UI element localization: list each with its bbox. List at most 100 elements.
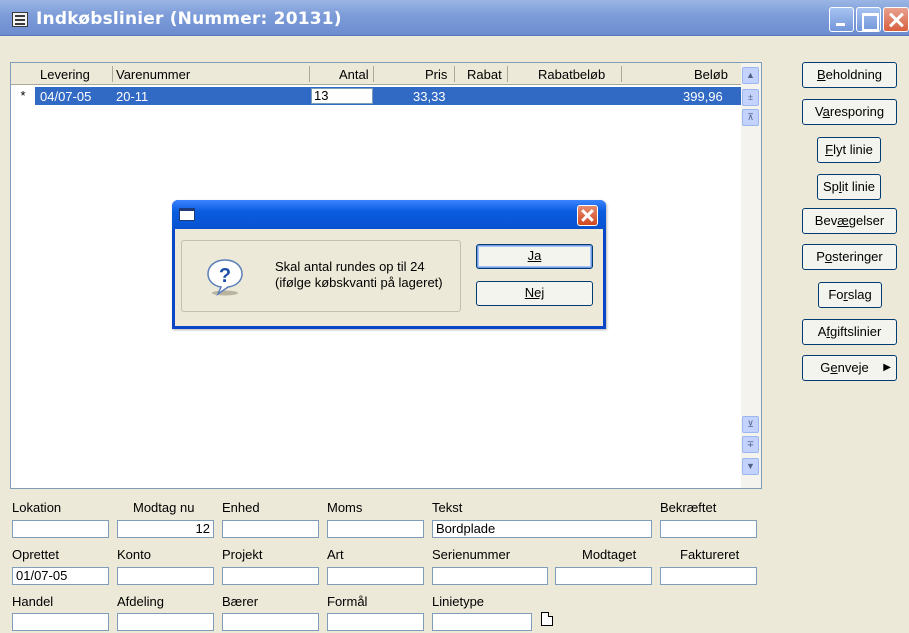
column-header-levering[interactable]: Levering <box>40 67 90 82</box>
column-header-belob[interactable]: Beløb <box>694 67 728 82</box>
label-modtag-nu: Modtag nu <box>133 500 195 515</box>
button-label-pre: Fo <box>828 287 844 302</box>
table-row[interactable]: * 04/07-05 20-11 13 33,33 399,96 <box>11 87 741 105</box>
purchase-lines-window: Indkøbslinier (Nummer: 20131) Levering V… <box>0 0 909 633</box>
grid-header: Levering Varenummer Antal Pris Rabat Rab… <box>11 63 741 85</box>
title-bar[interactable]: Indkøbslinier (Nummer: 20131) <box>0 0 909 36</box>
message-line-2: (ifølge købskvanti på lageret) <box>275 275 443 290</box>
split-linie-button[interactable]: Split linie <box>817 174 881 200</box>
scroll-page-down-icon[interactable]: ∓ <box>742 436 759 453</box>
column-separator <box>621 66 622 82</box>
label-faktureret: Faktureret <box>680 547 740 562</box>
scroll-up-icon[interactable]: ▲ <box>742 67 759 84</box>
afgiftslinier-button[interactable]: Afgiftslinier <box>802 319 897 345</box>
label-art: Art <box>327 547 344 562</box>
modtag-nu-field[interactable]: 12 <box>117 520 214 538</box>
button-label-access-key: a <box>822 104 830 119</box>
tekst-field[interactable]: Bordplade <box>432 520 652 538</box>
column-separator <box>112 66 113 82</box>
button-label-post: slag <box>847 287 872 302</box>
formal-field[interactable] <box>327 613 424 631</box>
label-oprettet: Oprettet <box>12 547 59 562</box>
round-up-dialog: ? Skal antal rundes op til 24 (ifølge kø… <box>172 200 606 329</box>
dialog-message: Skal antal rundes op til 24 (ifølge købs… <box>275 259 443 291</box>
button-label-post: lyt linie <box>833 142 873 157</box>
question-icon: ? <box>207 259 243 296</box>
scroll-page-up-icon[interactable]: ± <box>742 89 759 106</box>
varesporing-button[interactable]: Varesporing <box>802 99 897 125</box>
label-bekraeftet: Bekræftet <box>660 500 717 515</box>
modtaget-field[interactable] <box>555 567 652 585</box>
message-line-1: Skal antal rundes op til 24 <box>275 259 425 274</box>
label-tekst: Tekst <box>432 500 463 515</box>
handel-field[interactable] <box>12 613 109 631</box>
button-label-access-key: e <box>830 360 838 375</box>
minimize-button[interactable] <box>829 7 854 32</box>
lokation-field[interactable] <box>12 520 109 538</box>
konto-field[interactable] <box>117 567 214 585</box>
new-row-marker: * <box>11 87 35 105</box>
scroll-top-icon[interactable]: ⊼ <box>742 109 759 126</box>
column-separator <box>507 66 508 82</box>
art-field[interactable] <box>327 567 424 585</box>
column-header-rabat[interactable]: Rabat <box>467 67 502 82</box>
beholdning-button[interactable]: Beholdning <box>802 62 897 88</box>
button-label-access-key: B <box>816 67 826 82</box>
chevron-right-icon: ▶ <box>883 362 891 373</box>
cell-levering[interactable]: 04/07-05 <box>40 89 91 104</box>
close-button[interactable] <box>883 7 909 32</box>
forslag-button[interactable]: Forslag <box>818 282 882 308</box>
svg-text:?: ? <box>219 265 231 287</box>
oprettet-field[interactable]: 01/07-05 <box>12 567 109 585</box>
yes-label: Ja <box>527 248 542 263</box>
label-baerer: Bærer <box>222 594 259 609</box>
column-header-rabatbelob[interactable]: Rabatbeløb <box>538 67 605 82</box>
label-formal: Formål <box>327 594 368 609</box>
flyt-linie-button[interactable]: Flyt linie <box>817 137 881 163</box>
baerer-field[interactable] <box>222 613 319 631</box>
faktureret-field[interactable] <box>660 567 757 585</box>
posteringer-button[interactable]: Posteringer <box>802 244 897 270</box>
enhed-field[interactable] <box>222 520 319 538</box>
moms-field[interactable] <box>327 520 424 538</box>
column-separator <box>373 66 374 82</box>
dialog-window-icon <box>179 208 195 221</box>
no-button[interactable]: Nej <box>476 281 593 306</box>
document-icon[interactable] <box>541 612 553 626</box>
bekraeftet-field[interactable] <box>660 520 757 538</box>
column-separator <box>454 66 455 82</box>
label-moms: Moms <box>327 500 363 515</box>
maximize-button[interactable] <box>856 7 881 32</box>
genveje-menu-button[interactable]: Genveje ▶ <box>802 355 897 381</box>
message-panel: ? Skal antal rundes op til 24 (ifølge kø… <box>181 240 461 312</box>
button-label-post: steringer <box>832 249 883 264</box>
button-label-post: resporing <box>829 104 885 119</box>
dialog-title-bar[interactable] <box>172 200 606 229</box>
button-label-pre: Sp <box>822 179 839 194</box>
cell-varenummer[interactable]: 20-11 <box>116 89 148 104</box>
column-header-pris[interactable]: Pris <box>425 67 447 82</box>
button-label-post: nveje <box>837 360 869 375</box>
vertical-scrollbar[interactable]: ▲ ± ⊼ ⊻ ∓ ▼ <box>741 63 761 488</box>
button-label-post: eholdning <box>825 67 883 82</box>
label-afdeling: Afdeling <box>117 594 164 609</box>
button-label-pre: G <box>820 360 831 375</box>
label-konto: Konto <box>117 547 151 562</box>
label-lokation: Lokation <box>12 500 62 515</box>
bevaegelser-button[interactable]: Bevægelser <box>802 208 897 234</box>
cell-antal-input[interactable]: 13 <box>311 88 373 104</box>
column-separator <box>309 66 310 82</box>
column-header-varenummer[interactable]: Varenummer <box>116 67 190 82</box>
yes-button[interactable]: Ja <box>476 244 593 269</box>
cell-belob[interactable]: 399,96 <box>683 89 723 104</box>
dialog-close-button[interactable] <box>577 205 598 226</box>
afdeling-field[interactable] <box>117 613 214 631</box>
serienummer-field[interactable] <box>432 567 548 585</box>
scroll-down-icon[interactable]: ▼ <box>742 458 759 475</box>
cell-pris[interactable]: 33,33 <box>413 89 446 104</box>
scroll-bottom-icon[interactable]: ⊻ <box>742 416 759 433</box>
button-label-access-key: æ <box>837 213 849 228</box>
column-header-antal[interactable]: Antal <box>339 67 369 82</box>
linietype-field[interactable] <box>432 613 532 631</box>
projekt-field[interactable] <box>222 567 319 585</box>
